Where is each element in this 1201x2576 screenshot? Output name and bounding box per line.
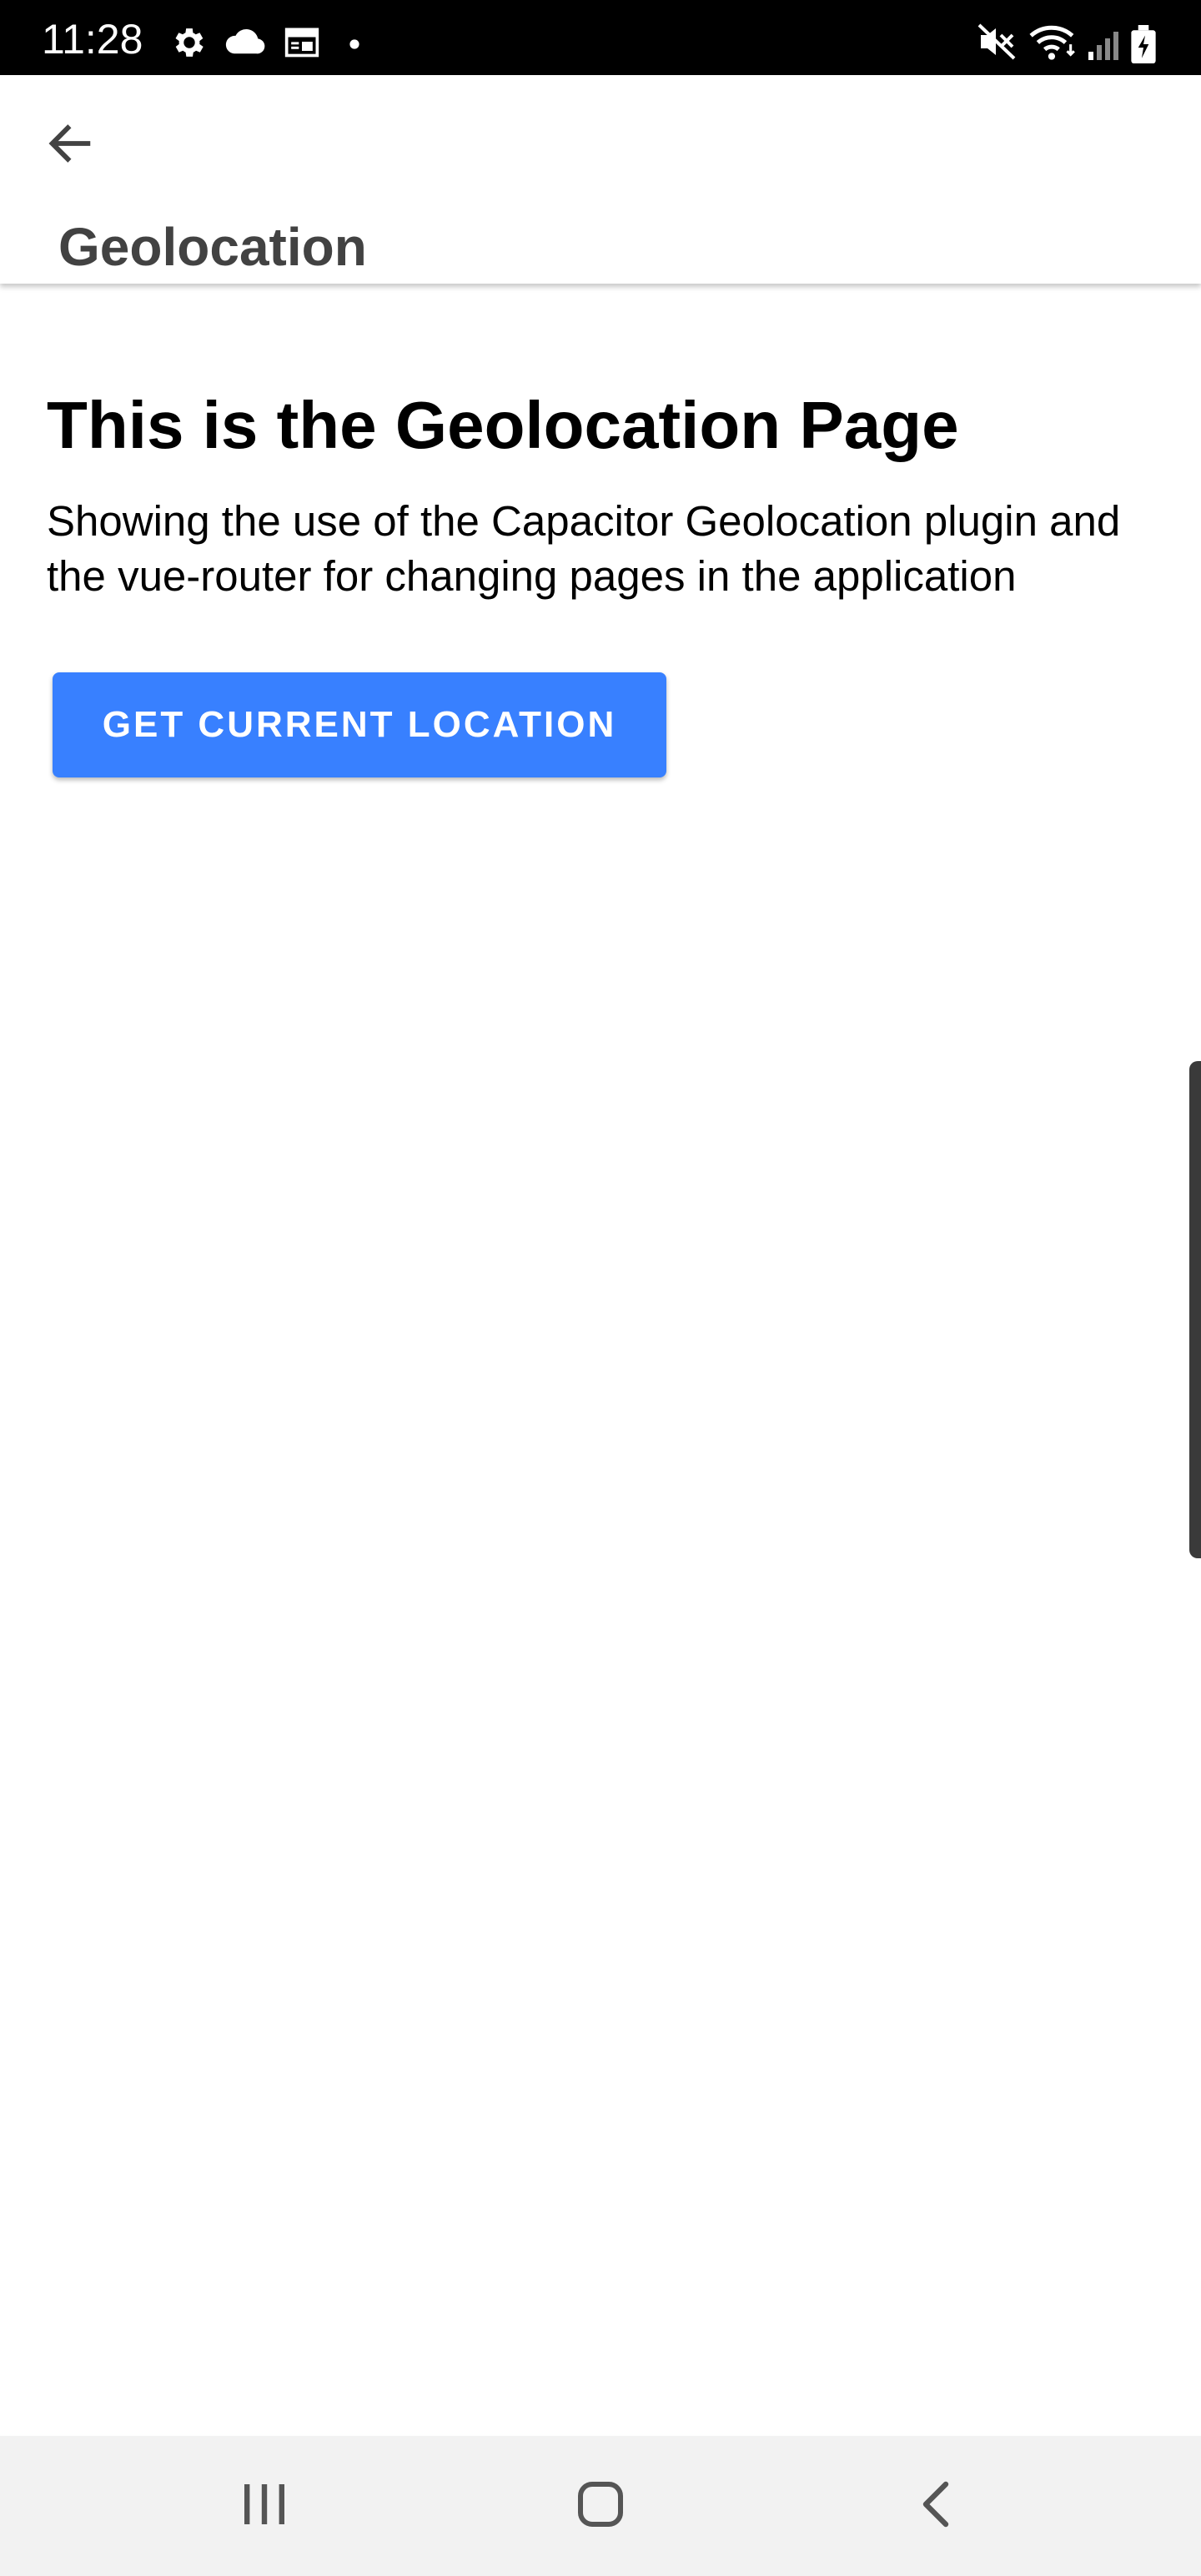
home-icon — [575, 2479, 626, 2533]
gear-icon — [170, 23, 209, 66]
battery-icon — [1131, 25, 1156, 68]
back-button[interactable] — [30, 105, 110, 185]
wifi-icon — [1028, 22, 1079, 68]
nav-bar — [0, 2436, 1201, 2576]
recent-apps-button[interactable] — [181, 2436, 348, 2576]
dot-icon — [349, 38, 360, 54]
toolbar: Geolocation — [0, 75, 1201, 284]
signal-icon — [1086, 28, 1121, 66]
mute-icon — [977, 23, 1018, 64]
page-title: Geolocation — [58, 217, 367, 277]
nav-back-button[interactable] — [852, 2436, 1019, 2576]
status-time: 11:28 — [42, 16, 143, 63]
get-current-location-button[interactable]: GET CURRENT LOCATION — [53, 672, 666, 777]
home-button[interactable] — [517, 2436, 684, 2576]
page-description: Showing the use of the Capacitor Geoloca… — [47, 497, 1121, 600]
calendar-icon — [284, 23, 320, 64]
arrow-back-icon — [43, 117, 97, 174]
page-heading: This is the Geolocation Page — [47, 388, 959, 462]
status-bar: 11:28 — [0, 0, 1201, 75]
back-icon — [917, 2479, 954, 2533]
recent-apps-icon — [239, 2481, 289, 2532]
cloud-icon — [225, 27, 267, 61]
edge-panel-handle[interactable] — [1189, 1061, 1201, 1558]
